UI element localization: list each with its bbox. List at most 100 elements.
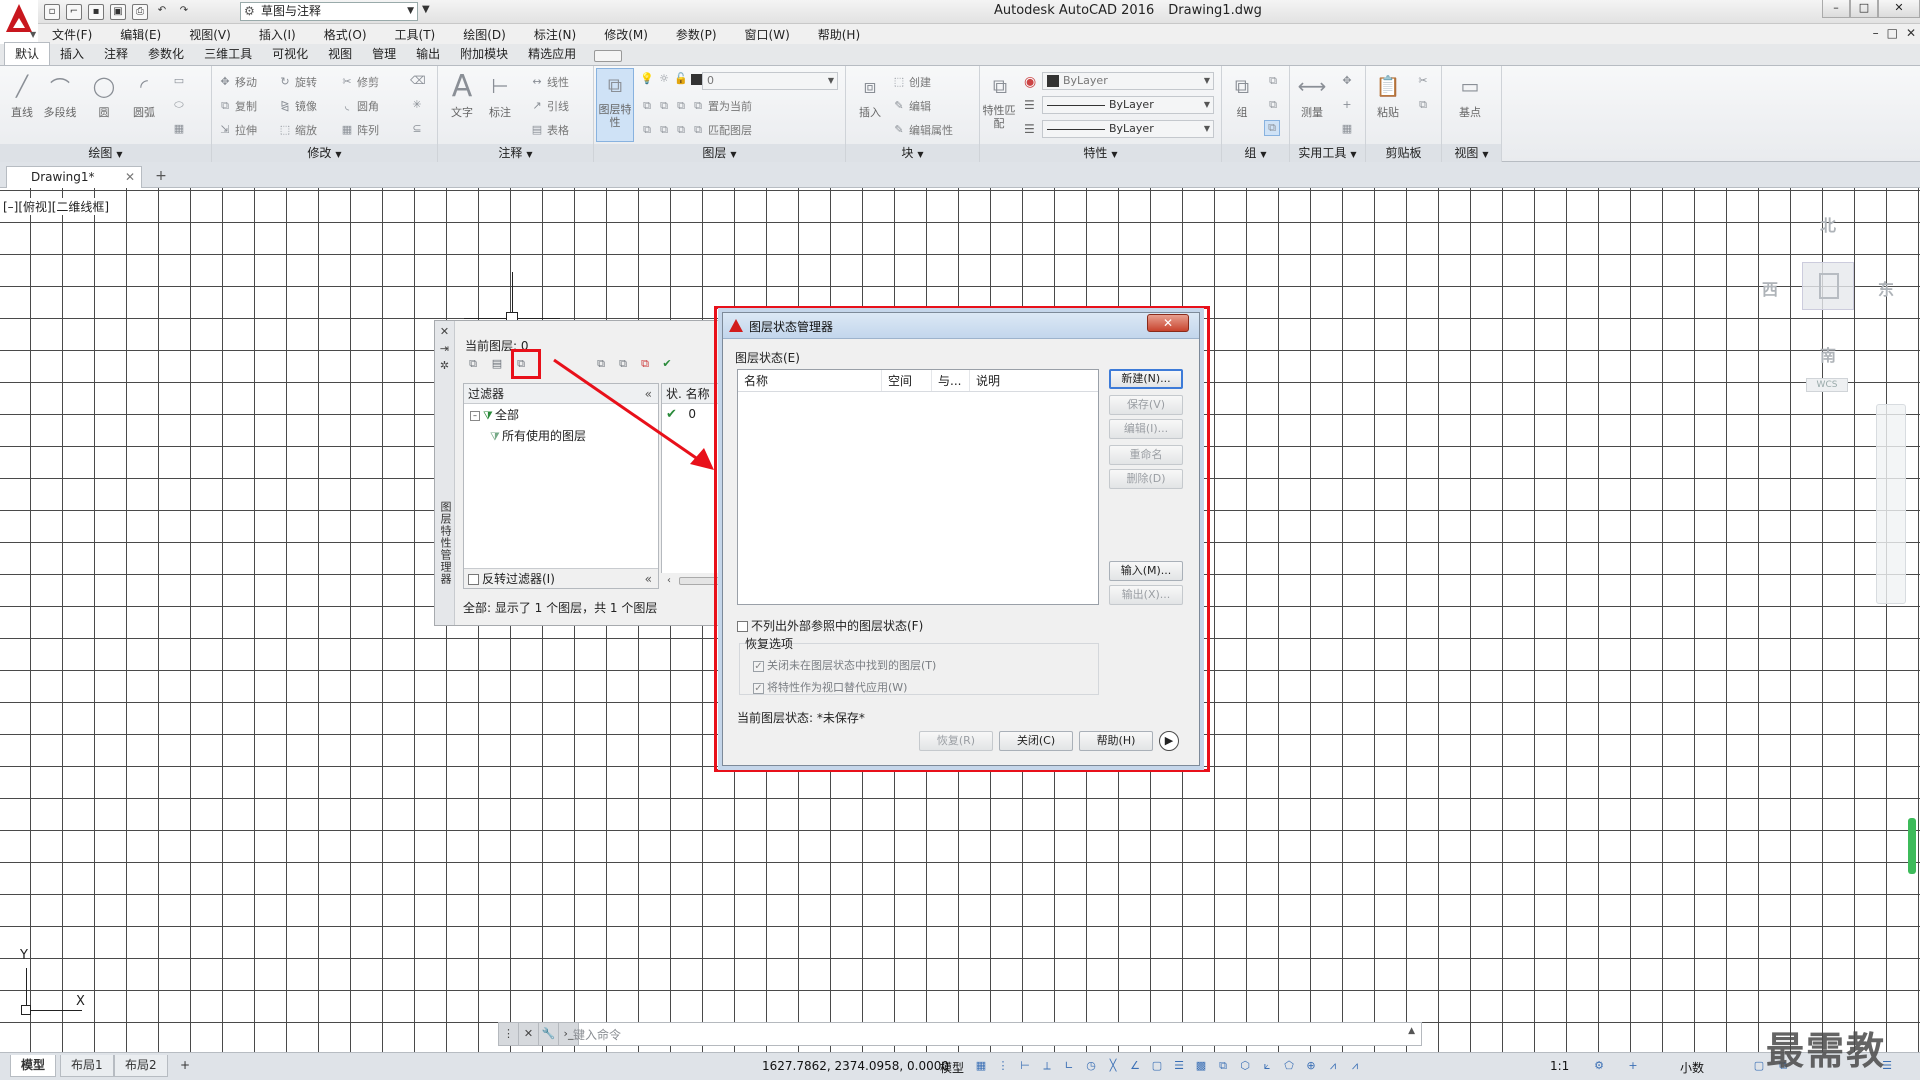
viewcube-top-face[interactable] bbox=[1819, 273, 1839, 299]
wcs-menu[interactable]: WCS bbox=[1806, 378, 1848, 392]
table-tool[interactable]: ▤ 表格 bbox=[530, 122, 569, 138]
auto-scale-icon[interactable]: ⩘ bbox=[1348, 1058, 1362, 1074]
units-setting[interactable]: 小数 bbox=[1680, 1059, 1704, 1076]
menu-help[interactable]: 帮助(H) bbox=[804, 26, 874, 43]
new-button[interactable]: 新建(N)... bbox=[1109, 369, 1183, 389]
panel-annotation-title[interactable]: 注释 ▼ bbox=[438, 144, 593, 162]
tab-featured-apps[interactable]: 精选应用 bbox=[518, 43, 586, 65]
selection-cycling-icon[interactable]: ⧉ bbox=[1216, 1058, 1230, 1074]
color-dropdown[interactable]: ByLayer ▼ bbox=[1042, 72, 1214, 90]
infer-icon[interactable]: ⊢ bbox=[1018, 1058, 1032, 1074]
ortho-icon[interactable]: ∟ bbox=[1062, 1058, 1076, 1074]
explode-tool[interactable]: ✳ bbox=[410, 98, 424, 112]
menu-view[interactable]: 视图(V) bbox=[175, 26, 245, 43]
dynamic-input-icon[interactable]: ⟂ bbox=[1040, 1058, 1054, 1074]
selection-filter-icon[interactable]: ⬠ bbox=[1282, 1058, 1296, 1074]
save-button[interactable]: 保存(V) bbox=[1109, 395, 1183, 415]
collapse-icon[interactable]: « bbox=[645, 569, 652, 589]
offset-tool[interactable]: ⊆ bbox=[410, 122, 424, 136]
tree-toggle-icon[interactable]: – bbox=[470, 410, 480, 421]
ribbon-minimize-toggle[interactable] bbox=[594, 50, 623, 62]
export-button[interactable]: 输出(X)... bbox=[1109, 585, 1183, 605]
column-name[interactable]: 名称 bbox=[738, 370, 882, 391]
panel-groups-title[interactable]: 组 ▼ bbox=[1222, 144, 1289, 162]
new-tab-button[interactable]: + bbox=[150, 168, 172, 186]
invert-filter-checkbox[interactable] bbox=[468, 574, 479, 585]
restore-button[interactable]: 恢复(R) bbox=[919, 731, 993, 751]
drag-handle-icon[interactable]: ⋮ bbox=[499, 1023, 519, 1045]
rotate-tool[interactable]: ↻ 旋转 bbox=[278, 74, 317, 90]
panel-draw-title[interactable]: 绘图 ▼ bbox=[0, 144, 211, 162]
transparency-icon[interactable]: ▩ bbox=[1194, 1058, 1208, 1074]
turn-off-layers-checkbox[interactable]: ✓ bbox=[753, 660, 764, 672]
copy-clip-tool[interactable]: ⧉ bbox=[1416, 98, 1430, 112]
save-as-icon[interactable]: ▣ bbox=[110, 4, 126, 20]
layer-states-list[interactable]: 名称 空间 与... 说明 bbox=[737, 369, 1099, 605]
panel-view-title[interactable]: 视图 ▼ bbox=[1442, 144, 1501, 162]
text-tool[interactable]: A 文字 bbox=[444, 69, 480, 120]
ellipse-tool[interactable]: ⬭ bbox=[172, 98, 186, 112]
mirror-tool[interactable]: ⧎ 镜像 bbox=[278, 98, 317, 114]
create-block-tool[interactable]: ⬚ 创建 bbox=[892, 74, 931, 90]
menu-draw[interactable]: 绘图(D) bbox=[449, 26, 520, 43]
circle-tool[interactable]: ◯ 圆 bbox=[86, 70, 122, 120]
turn-off-layers-option[interactable]: ✓ 关闭未在图层状态中找到的图层(T) bbox=[753, 657, 936, 673]
panel-modify-title[interactable]: 修改 ▼ bbox=[212, 144, 437, 162]
column-same-as-dwg[interactable]: 与... bbox=[932, 370, 970, 391]
layer-properties-tool[interactable]: ⧉ 图层特性 bbox=[596, 68, 634, 142]
close-icon[interactable]: ✕ bbox=[435, 325, 454, 338]
close-icon[interactable]: ✕ bbox=[125, 167, 135, 187]
tab-parametric[interactable]: 参数化 bbox=[138, 43, 194, 65]
layer-tools-row-2[interactable]: ⧉ ⧉ ⧉ ⧉ 置为当前 bbox=[640, 98, 752, 114]
column-description[interactable]: 说明 bbox=[970, 370, 1098, 391]
hatch-tool[interactable]: ▦ bbox=[172, 122, 186, 136]
linear-tool[interactable]: ↔ 线性 bbox=[530, 74, 569, 90]
tab-3d-tools[interactable]: 三维工具 bbox=[194, 43, 262, 65]
viewport-override-option[interactable]: ✓ 将特性作为视口替代应用(W) bbox=[753, 679, 907, 695]
coordinates-readout[interactable]: 1627.7862, 2374.0958, 0.0000 bbox=[762, 1059, 949, 1073]
3d-osnap-icon[interactable]: ⬡ bbox=[1238, 1058, 1252, 1074]
lineweight-dropdown[interactable]: ByLayer ▼ bbox=[1042, 120, 1214, 138]
menu-file[interactable]: 文件(F) bbox=[38, 26, 106, 43]
help-button[interactable]: 帮助(H) bbox=[1079, 731, 1153, 751]
layer-dropdown[interactable]: 0 ▼ bbox=[702, 72, 838, 90]
group-tool[interactable]: ⧉ 组 bbox=[1224, 70, 1260, 120]
cut-tool[interactable]: ✂ bbox=[1416, 74, 1430, 88]
close-button[interactable]: ✕ bbox=[1878, 0, 1920, 18]
quick-select-tool[interactable]: ✥ bbox=[1340, 74, 1354, 88]
viewcube-face[interactable] bbox=[1802, 262, 1854, 310]
snap-icon[interactable]: ⋮ bbox=[996, 1058, 1010, 1074]
close-dialog-button[interactable]: 关闭(C) bbox=[999, 731, 1073, 751]
dialog-close-button[interactable]: ✕ bbox=[1147, 314, 1189, 332]
tab-insert[interactable]: 插入 bbox=[50, 43, 94, 65]
menu-insert[interactable]: 插入(I) bbox=[245, 26, 310, 43]
dimension-tool[interactable]: ⊢ 标注 bbox=[482, 70, 518, 120]
save-icon[interactable]: ▪ bbox=[88, 4, 104, 20]
menu-parametric[interactable]: 参数(P) bbox=[662, 26, 731, 43]
edit-block-tool[interactable]: ✎ 编辑 bbox=[892, 98, 931, 114]
panel-properties-title[interactable]: 特性 ▼ bbox=[980, 144, 1221, 162]
tab-view[interactable]: 视图 bbox=[318, 43, 362, 65]
menu-tools[interactable]: 工具(T) bbox=[381, 26, 450, 43]
panel-utilities-title[interactable]: 实用工具 ▼ bbox=[1290, 144, 1365, 162]
add-layout-button[interactable]: + bbox=[170, 1055, 200, 1077]
copy-tool[interactable]: ⧉ 复制 bbox=[218, 98, 257, 114]
undo-icon[interactable]: ↶ bbox=[154, 4, 170, 20]
settings-icon[interactable]: ✲ bbox=[435, 359, 454, 372]
tab-addins[interactable]: 附加模块 bbox=[450, 43, 518, 65]
stretch-tool[interactable]: ⇲ 拉伸 bbox=[218, 122, 257, 138]
compass-north[interactable]: 北 bbox=[1820, 212, 1836, 236]
calculator-tool[interactable]: ▦ bbox=[1340, 122, 1354, 136]
object-snap-tracking-icon[interactable]: ∠ bbox=[1128, 1058, 1142, 1074]
paste-tool[interactable]: 📋 粘贴 bbox=[1370, 70, 1406, 120]
qat-customize-icon[interactable]: ▼ bbox=[422, 4, 430, 15]
scale-tool[interactable]: ⬚ 缩放 bbox=[278, 122, 317, 138]
grid-icon[interactable]: ▦ bbox=[974, 1058, 988, 1074]
expand-dialog-icon[interactable]: ▶ bbox=[1159, 731, 1179, 751]
polyline-tool[interactable]: ⌒ 多段线 bbox=[42, 70, 78, 120]
line-tool[interactable]: ╱ 直线 bbox=[4, 70, 40, 120]
import-button[interactable]: 输入(M)... bbox=[1109, 561, 1183, 581]
basepoint-tool[interactable]: ▭ 基点 bbox=[1452, 70, 1488, 120]
insert-block-tool[interactable]: ⧈ 插入 bbox=[852, 70, 888, 120]
gizmo-icon[interactable]: ⊕ bbox=[1304, 1058, 1318, 1074]
